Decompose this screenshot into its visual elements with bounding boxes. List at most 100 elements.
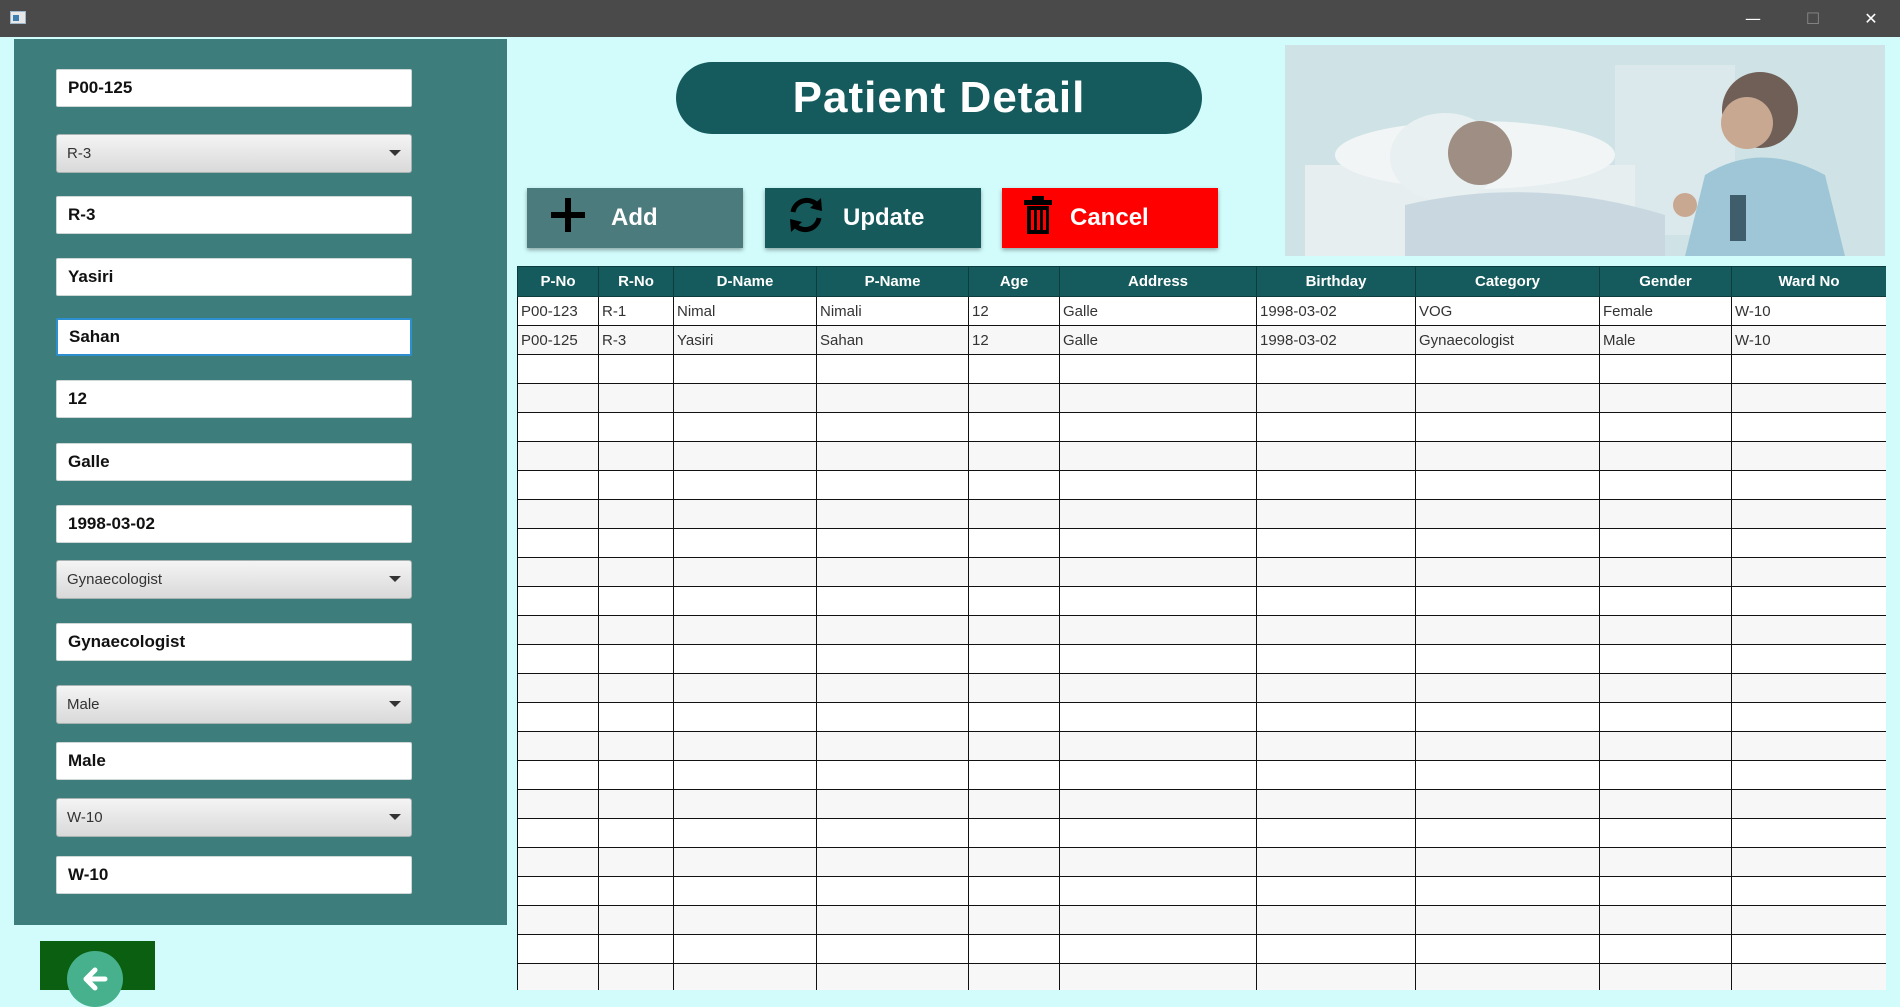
table-cell <box>1415 615 1600 645</box>
update-button[interactable]: Update <box>765 188 981 248</box>
empty-table-row[interactable] <box>517 760 1886 790</box>
table-cell <box>598 412 674 442</box>
empty-table-row[interactable] <box>517 644 1886 674</box>
empty-table-row[interactable] <box>517 876 1886 906</box>
table-cell <box>1599 934 1732 964</box>
column-header[interactable]: Address <box>1059 266 1257 297</box>
doctor-name-field[interactable]: Yasiri <box>56 258 412 296</box>
cancel-button[interactable]: Cancel <box>1002 188 1218 248</box>
room-no-select[interactable]: R-3 <box>56 134 412 173</box>
table-cell: Galle <box>1059 296 1257 326</box>
table-cell <box>1059 934 1257 964</box>
table-row[interactable]: P00-123 R-1 Nimal Nimali 12 Galle 1998-03-02 VO… <box>517 296 1886 326</box>
table-cell <box>1059 441 1257 471</box>
page-title: Patient Detail <box>676 62 1202 134</box>
empty-table-row[interactable] <box>517 818 1886 848</box>
table-cell <box>598 644 674 674</box>
empty-table-row[interactable] <box>517 673 1886 703</box>
empty-table-row[interactable] <box>517 383 1886 413</box>
table-cell <box>1059 354 1257 384</box>
table-cell <box>517 499 599 529</box>
room-no-field[interactable]: R-3 <box>56 196 412 234</box>
plus-icon <box>549 196 587 241</box>
patient-name-field[interactable]: Sahan <box>56 318 412 356</box>
empty-table-row[interactable] <box>517 702 1886 732</box>
empty-table-row[interactable] <box>517 615 1886 645</box>
column-header[interactable]: Ward No <box>1731 266 1886 297</box>
table-cell <box>673 441 817 471</box>
address-field[interactable]: Galle <box>56 443 412 481</box>
table-cell <box>517 673 599 703</box>
empty-table-row[interactable] <box>517 354 1886 384</box>
table-cell <box>1731 847 1886 877</box>
column-header[interactable]: Age <box>968 266 1060 297</box>
table-cell <box>673 528 817 558</box>
table-cell <box>598 963 674 990</box>
table-cell <box>968 934 1060 964</box>
column-header[interactable]: P-Name <box>816 266 969 297</box>
ward-select[interactable]: W-10 <box>56 798 412 837</box>
table-cell <box>673 354 817 384</box>
minimize-button[interactable]: — <box>1730 0 1776 37</box>
birthday-field[interactable]: 1998-03-02 <box>56 505 412 543</box>
column-header[interactable]: Gender <box>1599 266 1732 297</box>
empty-table-row[interactable] <box>517 789 1886 819</box>
empty-table-row[interactable] <box>517 934 1886 964</box>
table-cell <box>1731 644 1886 674</box>
column-header[interactable]: D-Name <box>673 266 817 297</box>
table-cell <box>968 702 1060 732</box>
close-button[interactable]: ✕ <box>1848 0 1894 37</box>
table-cell <box>1599 499 1732 529</box>
chevron-down-icon <box>389 150 401 156</box>
empty-table-row[interactable] <box>517 499 1886 529</box>
table-cell <box>1256 818 1416 848</box>
empty-table-row[interactable] <box>517 586 1886 616</box>
category-field[interactable]: Gynaecologist <box>56 623 412 661</box>
empty-table-row[interactable] <box>517 528 1886 558</box>
table-cell <box>517 644 599 674</box>
add-button-label: Add <box>611 204 658 231</box>
empty-table-row[interactable] <box>517 847 1886 877</box>
category-select-value: Gynaecologist <box>67 571 163 588</box>
empty-table-row[interactable] <box>517 441 1886 471</box>
maximize-button[interactable]: ☐ <box>1790 0 1836 37</box>
table-cell <box>1256 760 1416 790</box>
column-header[interactable]: P-No <box>517 266 599 297</box>
table-cell <box>1059 470 1257 500</box>
ward-no-field[interactable]: W-10 <box>56 856 412 894</box>
table-cell <box>598 354 674 384</box>
table-cell: W-10 <box>1731 296 1886 326</box>
table-cell <box>1256 934 1416 964</box>
add-button[interactable]: Add <box>527 188 743 248</box>
table-cell <box>598 615 674 645</box>
back-button[interactable] <box>40 941 155 1007</box>
empty-table-row[interactable] <box>517 731 1886 761</box>
table-cell <box>1256 673 1416 703</box>
table-row[interactable]: P00-125 R-3 Yasiri Sahan 12 Galle 1998-03-02 Gy… <box>517 325 1886 355</box>
table-cell <box>1256 789 1416 819</box>
column-header[interactable]: Category <box>1415 266 1600 297</box>
chevron-down-icon <box>389 814 401 820</box>
table-cell <box>816 615 969 645</box>
empty-table-row[interactable] <box>517 470 1886 500</box>
patient-table[interactable]: P-No R-No D-Name P-Name Age Address Birt… <box>517 266 1886 990</box>
table-cell <box>1599 673 1732 703</box>
empty-table-row[interactable] <box>517 557 1886 587</box>
patient-no-field[interactable]: P00-125 <box>56 69 412 107</box>
column-header[interactable]: R-No <box>598 266 674 297</box>
table-cell <box>517 470 599 500</box>
table-cell <box>1059 673 1257 703</box>
table-cell <box>816 876 969 906</box>
empty-table-row[interactable] <box>517 412 1886 442</box>
empty-table-row[interactable] <box>517 905 1886 935</box>
category-select[interactable]: Gynaecologist <box>56 560 412 599</box>
empty-table-row[interactable] <box>517 963 1886 990</box>
column-header[interactable]: Birthday <box>1256 266 1416 297</box>
table-cell <box>1415 412 1600 442</box>
gender-select[interactable]: Male <box>56 685 412 724</box>
table-cell <box>517 818 599 848</box>
table-cell <box>1415 383 1600 413</box>
table-cell <box>1415 876 1600 906</box>
age-field[interactable]: 12 <box>56 380 412 418</box>
gender-field[interactable]: Male <box>56 742 412 780</box>
